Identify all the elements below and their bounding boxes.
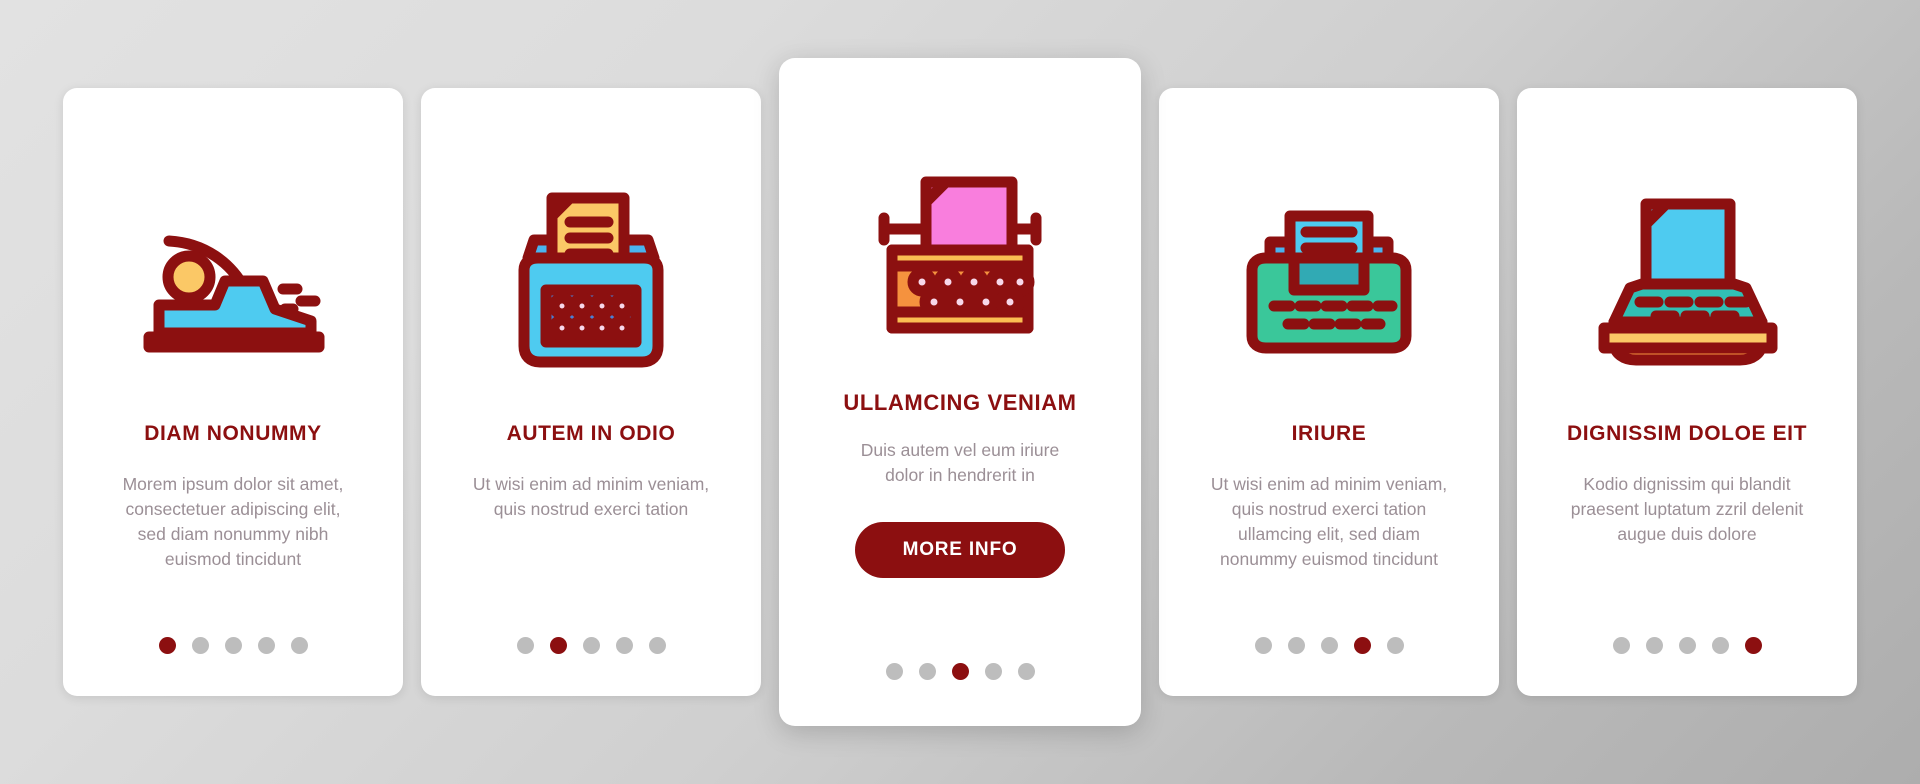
- pagination-dots[interactable]: [63, 637, 403, 654]
- pagination-dot-3[interactable]: [1320, 637, 1338, 654]
- card-title: ULLAMCING VENIAM: [843, 390, 1077, 415]
- card-body-text: Ut wisi enim ad minim veniam, quis nostr…: [472, 474, 710, 519]
- pagination-dot-4[interactable]: [615, 637, 633, 654]
- pagination-dot-3[interactable]: [1678, 637, 1696, 654]
- pagination-dot-2[interactable]: [191, 637, 209, 654]
- pagination-dot-1[interactable]: [516, 637, 534, 654]
- typewriter-green-icon: [1159, 160, 1499, 400]
- typewriter-orange-icon: [1517, 160, 1857, 400]
- onboarding-card-5[interactable]: DIGNISSIM DOLOE EIT Kodio dignissim qui …: [1517, 88, 1857, 696]
- onboarding-card-3[interactable]: ULLAMCING VENIAM Duis autem vel eum iriu…: [779, 58, 1141, 726]
- pagination-dot-4[interactable]: [257, 637, 275, 654]
- onboarding-card-2[interactable]: AUTEM IN ODIO Ut wisi enim ad minim veni…: [421, 88, 761, 696]
- pagination-dot-5[interactable]: [1744, 637, 1762, 654]
- pagination-dot-5[interactable]: [1017, 663, 1035, 680]
- card-title: AUTEM IN ODIO: [506, 422, 676, 445]
- pagination-dot-4[interactable]: [984, 663, 1002, 680]
- card-title: DIGNISSIM DOLOE EIT: [1566, 422, 1808, 445]
- pagination-dots[interactable]: [779, 663, 1141, 680]
- typewriter-paper-keys-icon: [421, 160, 761, 400]
- onboarding-carousel-screen: DIAM NONUMMY Morem ipsum dolor sit amet,…: [0, 0, 1920, 784]
- pagination-dot-3[interactable]: [224, 637, 242, 654]
- pagination-dot-5[interactable]: [290, 637, 308, 654]
- card-body-text: Morem ipsum dolor sit amet, consectetuer…: [122, 474, 344, 569]
- pagination-dot-5[interactable]: [1386, 637, 1404, 654]
- card-title: DIAM NONUMMY: [144, 422, 322, 445]
- pagination-dot-2[interactable]: [1287, 637, 1305, 654]
- card-body-text: Ut wisi enim ad minim veniam, quis nostr…: [1210, 474, 1448, 569]
- pagination-dots[interactable]: [421, 637, 761, 654]
- card-body-text: Duis autem vel eum iriure dolor in hendr…: [860, 440, 1060, 485]
- card-body-text: Kodio dignissim qui blandit praesent lup…: [1570, 474, 1804, 544]
- carousel-track: DIAM NONUMMY Morem ipsum dolor sit amet,…: [0, 0, 1920, 784]
- more-info-button[interactable]: MORE INFO: [854, 521, 1066, 578]
- pagination-dot-3[interactable]: [582, 637, 600, 654]
- pagination-dot-1[interactable]: [1612, 637, 1630, 654]
- onboarding-card-4[interactable]: IRIURE Ut wisi enim ad minim veniam, qui…: [1159, 88, 1499, 696]
- pagination-dot-4[interactable]: [1353, 637, 1371, 654]
- pagination-dots[interactable]: [1159, 637, 1499, 654]
- pagination-dot-4[interactable]: [1711, 637, 1729, 654]
- pagination-dots[interactable]: [1517, 637, 1857, 654]
- card-title: IRIURE: [1291, 422, 1367, 445]
- pagination-dot-1[interactable]: [885, 663, 903, 680]
- typewriter-pink-paper-icon: [779, 136, 1141, 376]
- pagination-dot-2[interactable]: [918, 663, 936, 680]
- pagination-dot-5[interactable]: [648, 637, 666, 654]
- pagination-dot-3[interactable]: [951, 663, 969, 680]
- pagination-dot-1[interactable]: [1254, 637, 1272, 654]
- pagination-dot-2[interactable]: [1645, 637, 1663, 654]
- pagination-dot-1[interactable]: [158, 637, 176, 654]
- typewriter-carriage-icon: [63, 160, 403, 400]
- pagination-dot-2[interactable]: [549, 637, 567, 654]
- onboarding-card-1[interactable]: DIAM NONUMMY Morem ipsum dolor sit amet,…: [63, 88, 403, 696]
